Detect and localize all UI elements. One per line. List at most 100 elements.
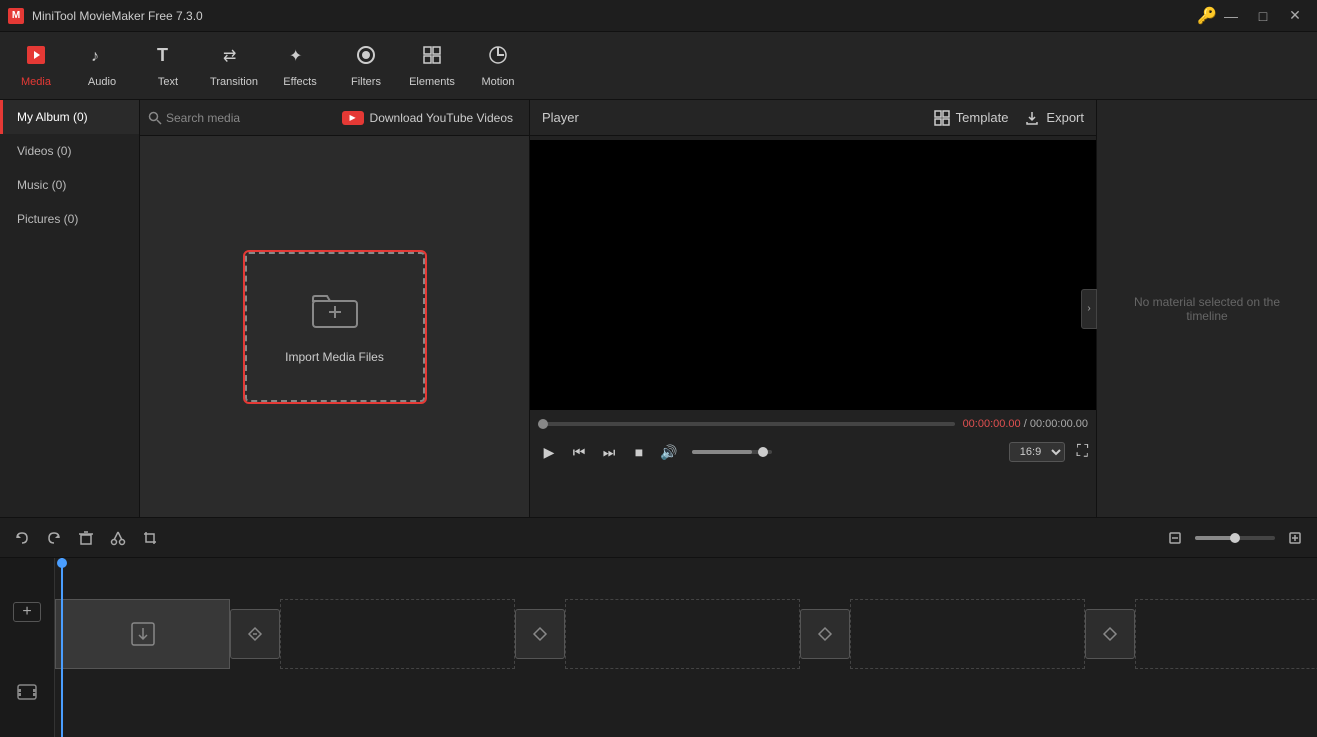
- player-controls: ▶ ⏮ ⏭ ■ 🔊 16:9 9:16 1:1 4:3 ⛶: [530, 434, 1096, 470]
- toolbar-motion-label: Motion: [481, 76, 514, 88]
- right-panel: › No material selected on the timeline: [1097, 100, 1317, 517]
- export-icon: [1024, 110, 1040, 126]
- stop-button[interactable]: ■: [628, 441, 650, 463]
- crop-button[interactable]: [136, 524, 164, 552]
- player-header: Player Template Export: [530, 100, 1096, 136]
- export-button[interactable]: Export: [1024, 110, 1084, 126]
- cut-icon: [110, 530, 126, 546]
- delete-button[interactable]: [72, 524, 100, 552]
- volume-button[interactable]: 🔊: [658, 441, 680, 463]
- playhead: [61, 558, 63, 737]
- app-icon: M: [8, 8, 24, 24]
- nav-videos[interactable]: Videos (0): [0, 134, 139, 168]
- transition-icon: ⇄: [223, 44, 245, 72]
- audio-icon: ♪: [91, 44, 113, 72]
- win-controls: — □ ✕: [1217, 6, 1309, 26]
- volume-fill: [692, 450, 752, 454]
- toolbar-motion[interactable]: Motion: [466, 36, 530, 96]
- yt-download-btn[interactable]: ▶ Download YouTube Videos: [334, 111, 521, 125]
- toolbar-elements[interactable]: Elements: [400, 36, 464, 96]
- toolbar-filters-label: Filters: [351, 76, 381, 88]
- nav-pictures[interactable]: Pictures (0): [0, 202, 139, 236]
- search-media-box[interactable]: Search media: [148, 111, 326, 125]
- total-time: 00:00:00.00: [1030, 418, 1088, 430]
- redo-button[interactable]: [40, 524, 68, 552]
- undo-icon: [14, 530, 30, 546]
- nav-my-album[interactable]: My Album (0): [0, 100, 139, 134]
- video-canvas: [530, 140, 1096, 410]
- text-icon: T: [157, 44, 179, 72]
- template-button[interactable]: Template: [934, 110, 1009, 126]
- undo-button[interactable]: [8, 524, 36, 552]
- play-button[interactable]: ▶: [538, 441, 560, 463]
- transition-3[interactable]: [800, 609, 850, 659]
- redo-icon: [46, 530, 62, 546]
- media-panel: Search media ▶ Download YouTube Videos I…: [140, 100, 530, 517]
- video-track-icon: [17, 682, 37, 707]
- aspect-ratio-select[interactable]: 16:9 9:16 1:1 4:3: [1009, 442, 1065, 462]
- transition-icon-2: [530, 624, 550, 644]
- toolbar-text[interactable]: T Text: [136, 36, 200, 96]
- motion-icon: [487, 44, 509, 72]
- transition-4[interactable]: [1085, 609, 1135, 659]
- template-icon: [934, 110, 950, 126]
- svg-text:⇄: ⇄: [223, 48, 236, 65]
- timeline-empty-clip-3: [850, 599, 1085, 669]
- volume-dot: [758, 447, 768, 457]
- import-media-box[interactable]: Import Media Files: [245, 252, 425, 402]
- transition-2[interactable]: [515, 609, 565, 659]
- progress-bar[interactable]: [538, 422, 955, 426]
- toolbar-audio[interactable]: ♪ Audio: [70, 36, 134, 96]
- chevron-right-icon: ›: [1087, 303, 1090, 314]
- title-bar: M MiniTool MovieMaker Free 7.3.0 🔑 — □ ✕: [0, 0, 1317, 32]
- toolbar-media-label: Media: [21, 76, 51, 88]
- zoom-out-icon: [1168, 531, 1182, 545]
- zoom-in-icon: [1288, 531, 1302, 545]
- toolbar-audio-label: Audio: [88, 76, 116, 88]
- video-track: [55, 594, 1317, 674]
- transition-icon-1: [245, 624, 265, 644]
- cut-button[interactable]: [104, 524, 132, 552]
- timeline: + ♪: [0, 557, 1317, 737]
- transition-icon-4: [1100, 624, 1120, 644]
- left-panel: My Album (0) Videos (0) Music (0) Pictur…: [0, 100, 140, 517]
- toolbar-effects[interactable]: ✦ Effects: [268, 36, 332, 96]
- fullscreen-button[interactable]: ⛶: [1077, 443, 1088, 461]
- zoom-slider[interactable]: [1195, 536, 1275, 540]
- nav-music[interactable]: Music (0): [0, 168, 139, 202]
- minimize-button[interactable]: —: [1217, 6, 1245, 26]
- timeline-clip-1[interactable]: [55, 599, 230, 669]
- zoom-dot: [1230, 533, 1240, 543]
- player-tab[interactable]: Player: [542, 110, 579, 125]
- current-time: 00:00:00.00: [963, 418, 1021, 430]
- export-label: Export: [1046, 110, 1084, 125]
- toolbar-filters[interactable]: Filters: [334, 36, 398, 96]
- main-content: My Album (0) Videos (0) Music (0) Pictur…: [0, 100, 1317, 517]
- effects-icon: ✦: [289, 44, 311, 72]
- delete-icon: [78, 530, 94, 546]
- filters-icon: [355, 44, 377, 72]
- collapse-right-panel-btn[interactable]: ›: [1081, 289, 1097, 329]
- svg-text:✦: ✦: [289, 48, 302, 65]
- yt-download-label: Download YouTube Videos: [370, 111, 513, 125]
- minimize-icon: —: [1224, 8, 1238, 24]
- media-content: Import Media Files: [140, 136, 529, 517]
- search-media-label: Search media: [166, 111, 240, 125]
- player-progress: 00:00:00.00 / 00:00:00.00: [530, 414, 1096, 434]
- toolbar-media[interactable]: Media: [4, 36, 68, 96]
- volume-slider[interactable]: [692, 450, 772, 454]
- close-button[interactable]: ✕: [1281, 6, 1309, 26]
- zoom-out-button[interactable]: [1161, 524, 1189, 552]
- toolbar-transition[interactable]: ⇄ Transition: [202, 36, 266, 96]
- next-frame-button[interactable]: ⏭: [598, 441, 620, 463]
- prev-frame-button[interactable]: ⏮: [568, 441, 590, 463]
- progress-dot: [538, 419, 548, 429]
- zoom-in-button[interactable]: [1281, 524, 1309, 552]
- search-icon: [148, 111, 162, 125]
- transition-icon-3: [815, 624, 835, 644]
- maximize-button[interactable]: □: [1249, 6, 1277, 26]
- add-track-button[interactable]: +: [13, 602, 41, 622]
- playhead-top: [57, 558, 67, 568]
- timeline-empty-clip-2: [565, 599, 800, 669]
- transition-1[interactable]: [230, 609, 280, 659]
